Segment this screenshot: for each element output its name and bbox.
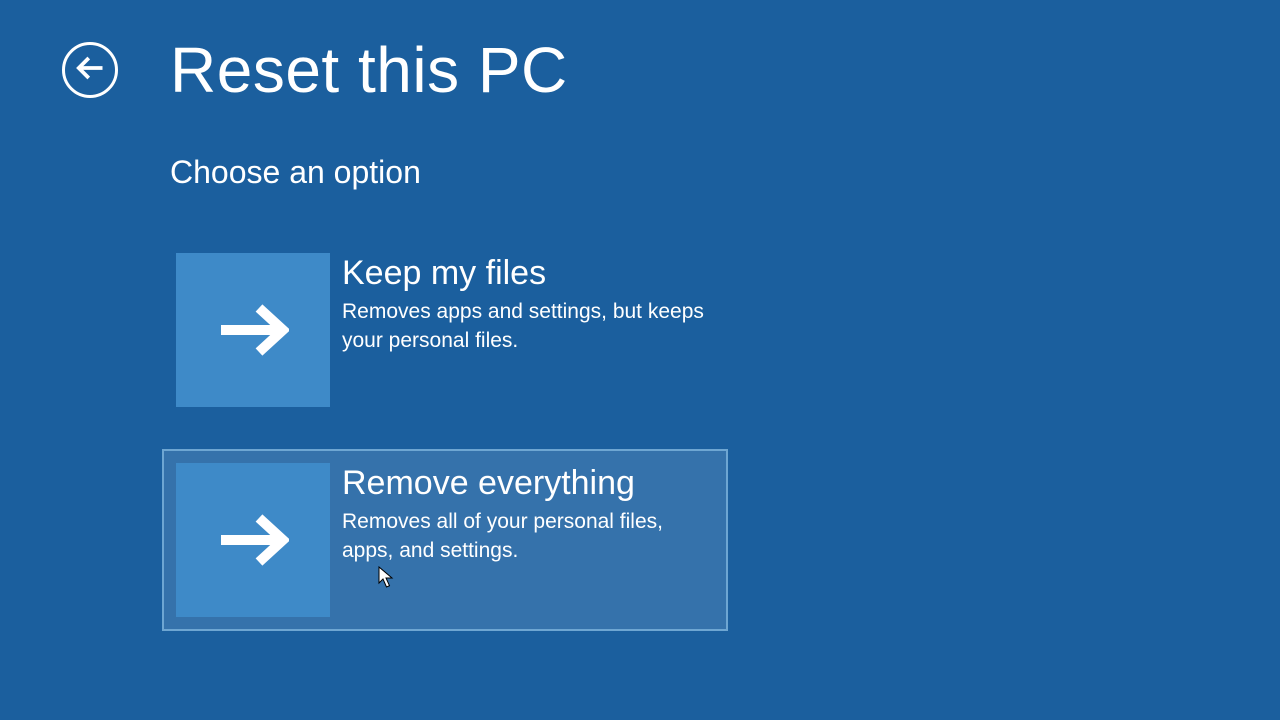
options-list: Keep my files Removes apps and settings,… <box>162 239 1280 631</box>
arrow-right-icon <box>176 253 330 407</box>
option-title: Keep my files <box>342 255 704 292</box>
subtitle: Choose an option <box>170 154 1280 191</box>
option-title: Remove everything <box>342 465 704 502</box>
back-button[interactable] <box>62 42 118 98</box>
back-arrow-icon <box>75 53 105 88</box>
option-keep-my-files[interactable]: Keep my files Removes apps and settings,… <box>162 239 728 421</box>
page-title: Reset this PC <box>170 38 568 102</box>
option-description: Removes apps and settings, but keeps you… <box>342 298 704 355</box>
option-remove-everything[interactable]: Remove everything Removes all of your pe… <box>162 449 728 631</box>
arrow-right-icon <box>176 463 330 617</box>
option-description: Removes all of your personal files, apps… <box>342 508 704 565</box>
